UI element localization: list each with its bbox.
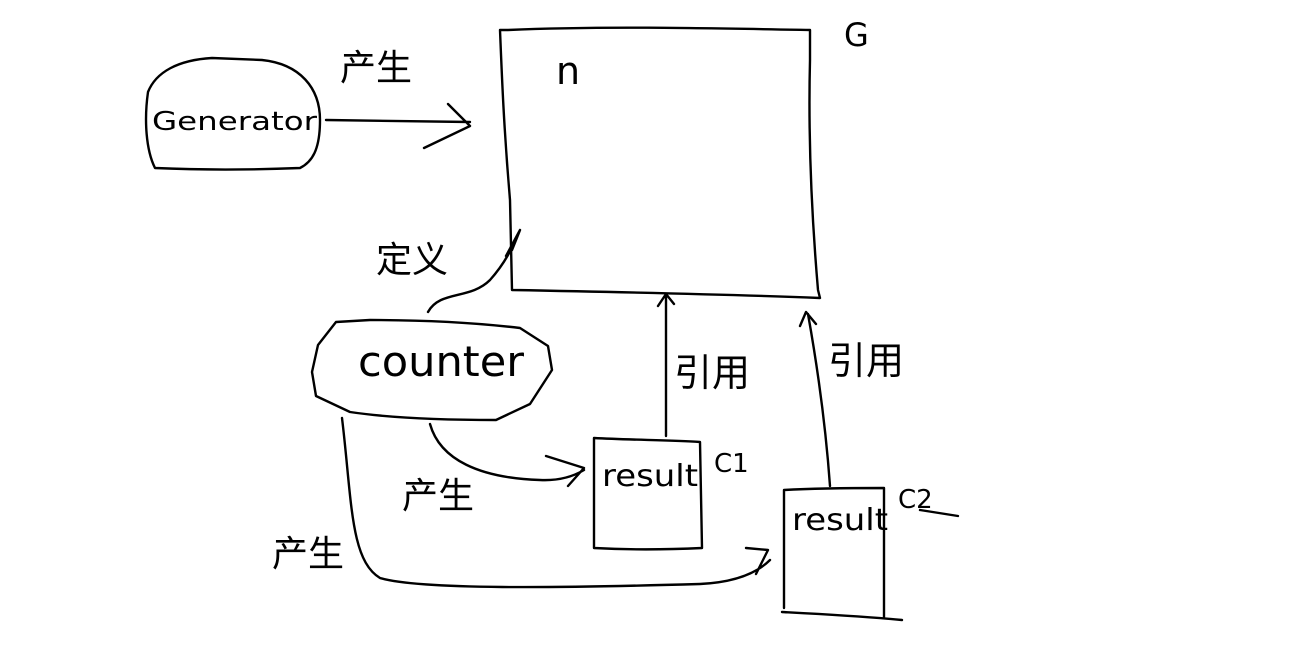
result1-c-label: C1 bbox=[714, 449, 749, 479]
diagram-canvas: n G Generator 产生 counter 定义 result C1 re… bbox=[0, 0, 1302, 648]
g-label: G bbox=[844, 16, 869, 54]
arrow-result1-to-g bbox=[656, 292, 676, 438]
generator-label: Generator bbox=[152, 107, 317, 137]
g-box-label: n bbox=[556, 49, 580, 93]
result1-label: result bbox=[602, 459, 698, 494]
edge-label-result2-to-g: 引用 bbox=[828, 339, 904, 383]
counter-label: counter bbox=[358, 337, 525, 386]
edge-label-generator-to-g: 产生 bbox=[340, 48, 412, 89]
edge-label-result1-to-g: 引用 bbox=[674, 351, 750, 395]
arrow-result2-to-g bbox=[798, 310, 832, 488]
result2-label: result bbox=[792, 503, 888, 538]
edge-label-counter-to-result2: 产生 bbox=[272, 534, 344, 575]
g-box bbox=[498, 26, 822, 300]
edge-label-counter-to-g: 定义 bbox=[376, 240, 448, 281]
arrow-generator-to-g bbox=[324, 102, 472, 150]
diagram-svg: n G Generator 产生 counter 定义 result C1 re… bbox=[144, 16, 960, 622]
edge-label-counter-to-result1: 产生 bbox=[402, 476, 474, 517]
